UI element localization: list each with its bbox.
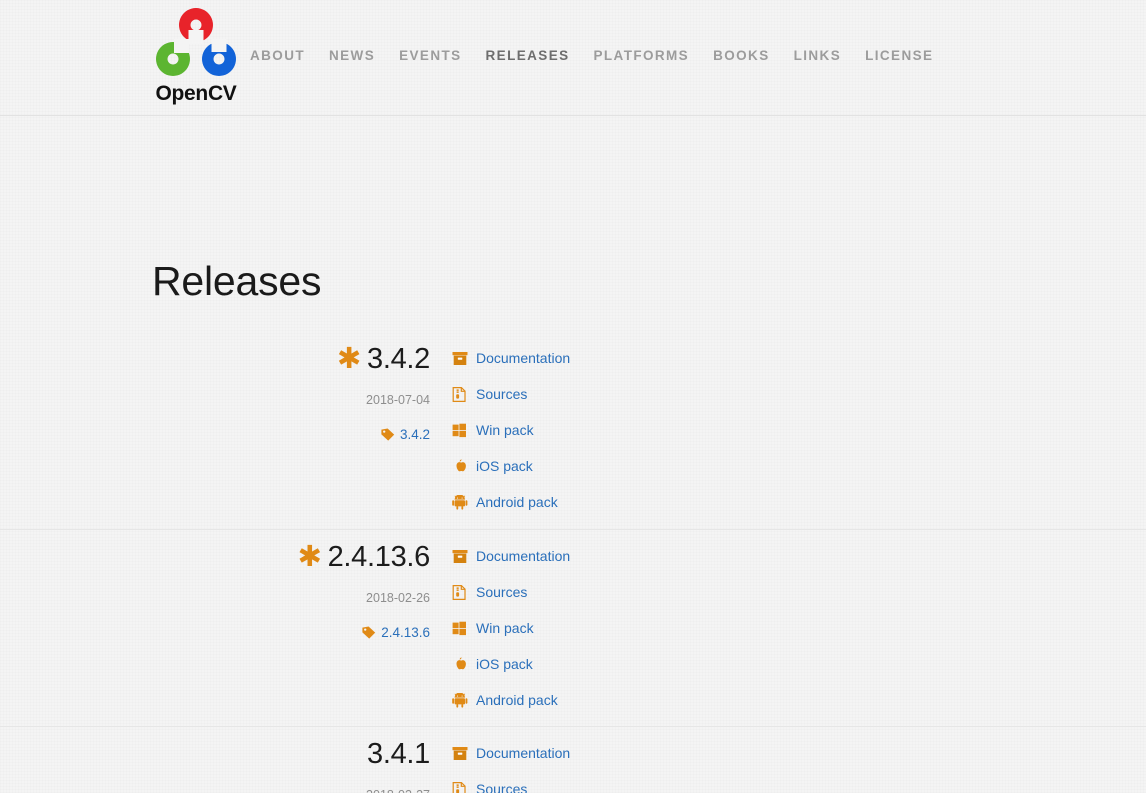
release-version-line: 3.4.1 xyxy=(150,727,430,773)
site-header: OpenCV ABOUT NEWS EVENTS RELEASES PLATFORMS B… xyxy=(0,0,1146,116)
windows-icon xyxy=(452,423,469,438)
release-date: 2018-02-26 xyxy=(366,591,430,605)
release-link-label[interactable]: Android pack xyxy=(476,494,558,510)
release-meta: 3.4.1 2018-02-27 3.4.1 xyxy=(150,727,430,793)
nav-item-links[interactable]: LINKS xyxy=(794,44,842,68)
archive-box-icon xyxy=(452,351,469,366)
release-link-ios-pack[interactable]: iOS pack xyxy=(452,654,932,690)
android-icon xyxy=(452,693,469,708)
release-version: 2.4.13.6 xyxy=(327,541,431,573)
release-downloads: Documentation Sources xyxy=(452,530,932,726)
nav-item-books[interactable]: BOOKS xyxy=(713,44,770,68)
asterisk-icon: ✱ xyxy=(337,343,361,375)
release-link-android-pack[interactable]: Android pack xyxy=(452,690,932,726)
release-version: 3.4.1 xyxy=(367,738,430,770)
android-icon xyxy=(452,495,469,510)
release-link-label[interactable]: iOS pack xyxy=(476,458,533,474)
release-row: ✱ 2.4.13.6 2018-02-26 2.4.13.6 Documenta… xyxy=(0,529,1146,726)
release-link-label[interactable]: Documentation xyxy=(476,548,570,564)
release-link-label[interactable]: Sources xyxy=(476,386,527,402)
release-link-documentation[interactable]: Documentation xyxy=(452,348,932,384)
release-link-label[interactable]: Documentation xyxy=(476,350,570,366)
release-version-line: ✱ 3.4.2 xyxy=(150,332,430,378)
release-downloads: Documentation Sources xyxy=(452,727,932,793)
file-archive-icon xyxy=(452,585,469,600)
nav-item-events[interactable]: EVENTS xyxy=(399,44,461,68)
page-title: Releases xyxy=(152,258,322,304)
release-link-sources[interactable]: Sources xyxy=(452,384,932,420)
releases-list: ✱ 3.4.2 2018-07-04 3.4.2 Documentation S… xyxy=(0,332,1146,793)
release-tag-link[interactable]: 3.4.2 xyxy=(400,427,430,442)
release-link-label[interactable]: Win pack xyxy=(476,620,534,636)
nav-item-releases[interactable]: RELEASES xyxy=(486,44,570,68)
nav-item-about[interactable]: ABOUT xyxy=(250,44,305,68)
file-archive-icon xyxy=(452,782,469,793)
release-link-label[interactable]: Documentation xyxy=(476,745,570,761)
site-logo-link[interactable]: OpenCV xyxy=(150,6,242,106)
tag-icon xyxy=(362,626,376,639)
archive-box-icon xyxy=(452,746,469,761)
release-link-win-pack[interactable]: Win pack xyxy=(452,420,932,456)
release-version-line: ✱ 2.4.13.6 xyxy=(150,530,431,576)
release-date: 2018-07-04 xyxy=(366,393,430,407)
asterisk-icon: ✱ xyxy=(297,541,322,573)
release-tag-link[interactable]: 2.4.13.6 xyxy=(381,625,430,640)
release-link-sources[interactable]: Sources xyxy=(452,582,932,618)
release-downloads: Documentation Sources xyxy=(452,332,932,528)
release-meta: ✱ 2.4.13.6 2018-02-26 2.4.13.6 xyxy=(150,530,431,642)
release-row: 3.4.1 2018-02-27 3.4.1 xyxy=(0,726,1146,793)
release-date: 2018-02-27 xyxy=(150,786,430,793)
release-link-sources[interactable]: Sources xyxy=(452,779,932,793)
nav-item-license[interactable]: LICENSE xyxy=(865,44,933,68)
release-link-label[interactable]: iOS pack xyxy=(476,656,533,672)
file-archive-icon xyxy=(452,387,469,402)
release-link-label[interactable]: Win pack xyxy=(476,422,534,438)
apple-icon xyxy=(452,657,469,672)
header-inner: OpenCV ABOUT NEWS EVENTS RELEASES PLATFORMS B… xyxy=(0,0,1146,115)
release-link-documentation[interactable]: Documentation xyxy=(452,546,932,582)
archive-box-icon xyxy=(452,549,469,564)
release-link-ios-pack[interactable]: iOS pack xyxy=(452,456,932,492)
tag-icon xyxy=(381,428,395,441)
nav-item-platforms[interactable]: PLATFORMS xyxy=(594,44,690,68)
release-link-win-pack[interactable]: Win pack xyxy=(452,618,932,654)
windows-icon xyxy=(452,621,469,636)
release-meta: ✱ 3.4.2 2018-07-04 3.4.2 xyxy=(150,332,430,444)
main-nav: ABOUT NEWS EVENTS RELEASES PLATFORMS BOOKS LIN… xyxy=(250,44,933,68)
release-row: ✱ 3.4.2 2018-07-04 3.4.2 Documentation S… xyxy=(0,332,1146,529)
nav-item-news[interactable]: NEWS xyxy=(329,44,375,68)
release-version: 3.4.2 xyxy=(367,343,430,375)
release-tag[interactable]: 2.4.13.6 xyxy=(150,624,430,642)
logo-wordmark: OpenCV xyxy=(155,82,237,105)
release-link-documentation[interactable]: Documentation xyxy=(452,743,932,779)
release-link-label[interactable]: Sources xyxy=(476,781,527,793)
release-link-android-pack[interactable]: Android pack xyxy=(452,492,932,528)
release-link-label[interactable]: Android pack xyxy=(476,692,558,708)
opencv-logo-icon xyxy=(150,6,242,84)
apple-icon xyxy=(452,459,469,474)
release-tag[interactable]: 3.4.2 xyxy=(150,426,430,444)
release-link-label[interactable]: Sources xyxy=(476,584,527,600)
